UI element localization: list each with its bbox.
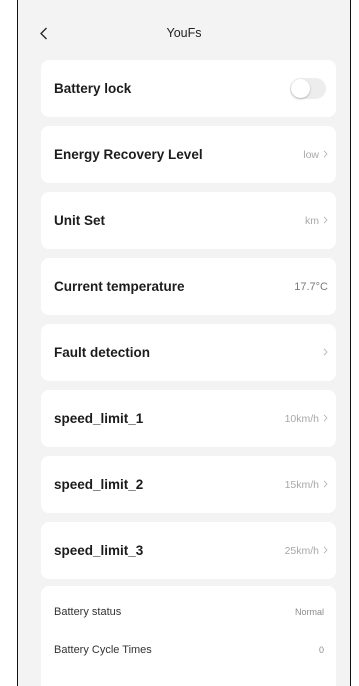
unit-set-label: Unit Set: [54, 213, 106, 228]
battery-lock-toggle[interactable]: [290, 78, 326, 99]
unit-set-value-wrap: km: [305, 215, 328, 227]
battery-status-label: Battery status: [54, 606, 122, 618]
toggle-knob: [291, 79, 310, 98]
speed-limit-1-row[interactable]: speed_limit_1 10km/h: [41, 390, 336, 447]
speed-limit-2-value: 15km/h: [284, 478, 319, 491]
fault-detection-label: Fault detection: [54, 345, 151, 360]
battery-cycle-times-row: Battery Cycle Times 0: [54, 642, 324, 658]
fault-detection-row[interactable]: Fault detection: [41, 324, 336, 381]
energy-recovery-level-row[interactable]: Energy Recovery Level low: [41, 126, 336, 183]
speed-limit-3-row[interactable]: speed_limit_3 25km/h: [41, 522, 336, 579]
fault-detection-value-wrap: [319, 347, 328, 359]
chevron-right-icon: [323, 545, 328, 557]
battery-status-value: Normal: [294, 607, 324, 617]
battery-lock-row: Battery lock: [41, 60, 336, 117]
chevron-right-icon: [323, 347, 328, 359]
speed-limit-3-value-wrap: 25km/h: [285, 545, 328, 557]
speed-limit-2-label: speed_limit_2: [54, 477, 144, 492]
speed-limit-1-value: 10km/h: [284, 412, 319, 425]
unit-set-value: km: [305, 214, 319, 227]
current-temperature-value: 17.7°C: [294, 280, 328, 293]
battery-lock-label: Battery lock: [54, 81, 132, 96]
chevron-right-icon: [323, 413, 328, 425]
energy-recovery-level-label: Energy Recovery Level: [54, 147, 203, 162]
page-title: YouFs: [166, 26, 202, 40]
chevron-right-icon: [323, 479, 328, 491]
speed-limit-1-value-wrap: 10km/h: [285, 413, 328, 425]
chevron-right-icon: [323, 215, 328, 227]
unit-set-row[interactable]: Unit Set km: [41, 192, 336, 249]
speed-limit-2-value-wrap: 15km/h: [285, 479, 328, 491]
speed-limit-3-label: speed_limit_3: [54, 543, 144, 558]
battery-status-card: Battery status Normal Battery Cycle Time…: [41, 586, 336, 686]
header-bar: YouFs: [18, 0, 350, 50]
speed-limit-3-value: 25km/h: [284, 544, 319, 557]
battery-status-row: Battery status Normal: [54, 604, 324, 620]
chevron-right-icon: [323, 149, 328, 161]
energy-recovery-level-value-wrap: low: [303, 149, 328, 161]
battery-cycle-times-value: 0: [318, 645, 324, 655]
phone-screen: YouFs Battery lock Energy Recovery Level…: [17, 0, 351, 686]
speed-limit-2-row[interactable]: speed_limit_2 15km/h: [41, 456, 336, 513]
battery-cycle-times-label: Battery Cycle Times: [54, 644, 152, 656]
energy-recovery-level-value: low: [303, 148, 319, 161]
current-temperature-label: Current temperature: [54, 279, 185, 294]
speed-limit-1-label: speed_limit_1: [54, 411, 144, 426]
current-temperature-row: Current temperature 17.7°C: [41, 258, 336, 315]
